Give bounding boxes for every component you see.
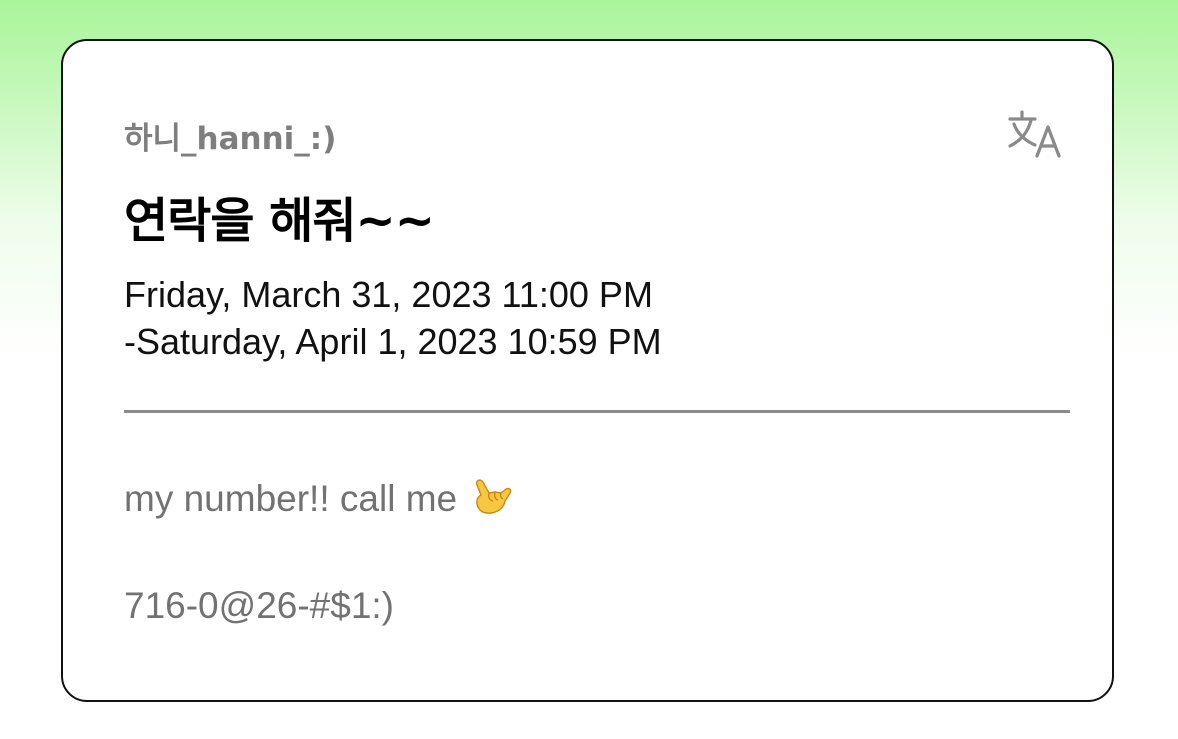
event-card: 하니_hanni_:) 연락을 해줘~~ Friday, March 31, 2… xyxy=(61,39,1114,702)
message-text: my number!! call me xyxy=(124,477,513,520)
date-end: -Saturday, April 1, 2023 10:59 PM xyxy=(124,321,662,362)
call-me-hand-emoji xyxy=(476,479,512,514)
event-dates: Friday, March 31, 2023 11:00 PM -Saturda… xyxy=(124,271,662,365)
divider xyxy=(124,410,1070,413)
author-name: 하니_hanni_:) xyxy=(124,121,337,157)
phone-number: 716-0@26-#$1:) xyxy=(124,585,395,626)
date-start: Friday, March 31, 2023 11:00 PM xyxy=(124,274,653,315)
event-title: 연락을 해줘~~ xyxy=(124,193,435,249)
message-line: my number!! call me xyxy=(124,478,458,519)
translate-icon[interactable] xyxy=(1008,109,1064,159)
